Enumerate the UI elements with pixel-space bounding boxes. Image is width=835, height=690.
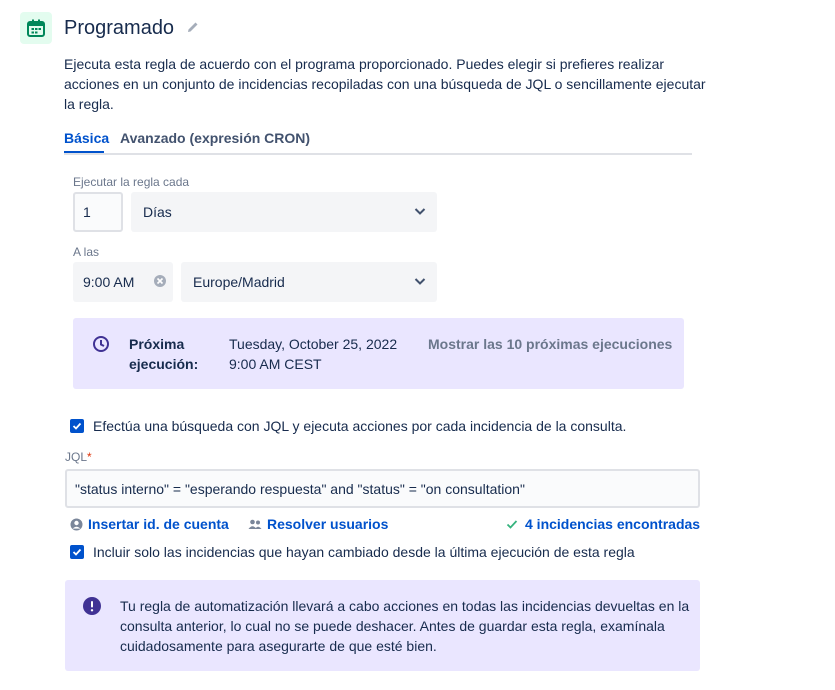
time-value: 9:00 AM bbox=[83, 274, 135, 290]
check-icon bbox=[72, 548, 82, 556]
users-icon bbox=[248, 518, 262, 531]
pencil-icon[interactable] bbox=[186, 20, 200, 39]
interval-unit-value: Días bbox=[143, 204, 172, 220]
tab-advanced-cron[interactable]: Avanzado (expresión CRON) bbox=[120, 130, 310, 146]
clear-icon[interactable] bbox=[153, 274, 167, 291]
check-icon bbox=[72, 422, 82, 430]
only-changed-label: Incluir solo las incidencias que hayan c… bbox=[93, 544, 635, 560]
run-every-label: Ejecutar la regla cada bbox=[73, 175, 190, 189]
tab-basic[interactable]: Básica bbox=[64, 130, 109, 146]
jql-input[interactable]: "status interno" = "esperando respuesta"… bbox=[65, 469, 700, 508]
time-input[interactable]: 9:00 AM bbox=[73, 262, 173, 302]
next-run-time: 9:00 AM CEST bbox=[229, 356, 322, 372]
chevron-down-icon bbox=[413, 274, 427, 291]
next-run-panel: Próxima ejecución: Tuesday, October 25, … bbox=[73, 318, 684, 389]
checkmark-icon bbox=[506, 518, 518, 530]
next-run-datetime: Tuesday, October 25, 2022 9:00 AM CEST bbox=[229, 334, 397, 374]
next-run-label: Próxima ejecución: bbox=[129, 336, 199, 372]
jql-query-text: "status interno" = "esperando respuesta"… bbox=[75, 480, 525, 497]
resolve-users-link[interactable]: Resolver usuarios bbox=[248, 516, 388, 532]
exclamation-icon bbox=[82, 596, 102, 621]
warning-panel: Tu regla de automatización llevará a cab… bbox=[65, 580, 700, 671]
chevron-down-icon bbox=[413, 204, 427, 221]
timezone-select[interactable]: Europe/Madrid bbox=[181, 262, 437, 302]
warning-text: Tu regla de automatización llevará a cab… bbox=[120, 598, 690, 654]
page-title: Programado bbox=[64, 17, 175, 39]
interval-input[interactable]: 1 bbox=[73, 192, 123, 232]
interval-value: 1 bbox=[83, 204, 91, 220]
calendar-icon bbox=[20, 12, 52, 44]
next-run-date: Tuesday, October 25, 2022 bbox=[229, 336, 398, 352]
active-tab-indicator bbox=[64, 151, 104, 153]
jql-checkbox-label: Efectúa una búsqueda con JQL y ejecuta a… bbox=[93, 418, 627, 434]
required-mark: * bbox=[87, 450, 92, 464]
show-next-runs-link[interactable]: Mostrar las 10 próximas ejecuciones bbox=[428, 334, 672, 354]
issues-found-indicator[interactable]: 4 incidencias encontradas bbox=[506, 516, 700, 532]
only-changed-checkbox[interactable] bbox=[70, 545, 84, 559]
interval-unit-select[interactable]: Días bbox=[131, 192, 437, 232]
clock-icon bbox=[92, 335, 110, 358]
jql-checkbox[interactable] bbox=[70, 419, 84, 433]
tab-bar: Básica Avanzado (expresión CRON) bbox=[64, 128, 692, 155]
trigger-description: Ejecuta esta regla de acuerdo con el pro… bbox=[64, 56, 706, 112]
insert-account-id-link[interactable]: Insertar id. de cuenta bbox=[70, 516, 229, 532]
user-icon bbox=[70, 518, 83, 531]
timezone-value: Europe/Madrid bbox=[193, 274, 285, 290]
jql-field-label: JQL* bbox=[65, 450, 92, 464]
at-label: A las bbox=[73, 245, 100, 259]
